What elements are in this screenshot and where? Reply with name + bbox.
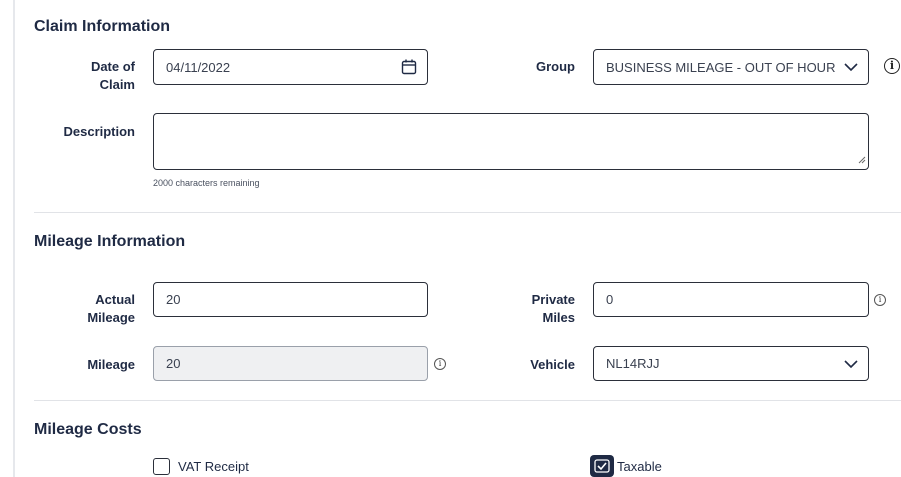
vat-receipt-checkbox[interactable] [153, 458, 170, 475]
private-miles-value: 0 [606, 292, 614, 307]
calendar-icon[interactable] [401, 59, 417, 75]
vehicle-select[interactable]: NL14RJJ [593, 346, 869, 381]
private-miles-label: Private Miles [531, 292, 575, 325]
chevron-down-icon [844, 359, 858, 369]
mileage-input: 20 [153, 346, 428, 381]
claim-information-heading: Claim Information [34, 18, 171, 35]
date-of-claim-input[interactable]: 04/11/2022 [153, 49, 428, 85]
actual-mileage-label: Actual Mileage [87, 292, 135, 325]
date-of-claim-label: Date of Claim [90, 59, 135, 92]
vat-receipt-label[interactable]: VAT Receipt [178, 459, 249, 474]
description-label: Description [63, 124, 135, 139]
vehicle-label: Vehicle [530, 357, 575, 372]
mileage-costs-heading: Mileage Costs [34, 421, 142, 438]
group-value: BUSINESS MILEAGE - OUT OF HOUR [606, 59, 836, 75]
actual-mileage-value: 20 [166, 292, 181, 307]
vehicle-value: NL14RJJ [606, 356, 660, 371]
taxable-checkbox[interactable] [591, 456, 613, 476]
resize-handle-icon[interactable] [858, 152, 866, 167]
actual-mileage-input[interactable]: 20 [153, 282, 428, 317]
left-border [13, 0, 15, 477]
chevron-down-icon [844, 62, 858, 72]
divider [34, 212, 901, 213]
date-of-claim-value: 04/11/2022 [166, 59, 231, 75]
taxable-label[interactable]: Taxable [617, 459, 662, 474]
private-miles-info-icon[interactable]: i [874, 294, 886, 306]
description-textarea[interactable] [153, 113, 869, 170]
private-miles-input[interactable]: 0 [593, 282, 869, 317]
mileage-info-icon[interactable]: i [434, 358, 446, 370]
group-label: Group [536, 59, 575, 74]
mileage-value: 20 [166, 356, 181, 371]
description-hint: 2000 characters remaining [153, 178, 260, 188]
group-info-icon[interactable]: i [884, 58, 900, 74]
checkmark-icon [594, 459, 610, 473]
group-select[interactable]: BUSINESS MILEAGE - OUT OF HOUR [593, 49, 869, 85]
mileage-label: Mileage [87, 357, 135, 372]
mileage-information-heading: Mileage Information [34, 233, 186, 250]
divider [34, 400, 901, 401]
